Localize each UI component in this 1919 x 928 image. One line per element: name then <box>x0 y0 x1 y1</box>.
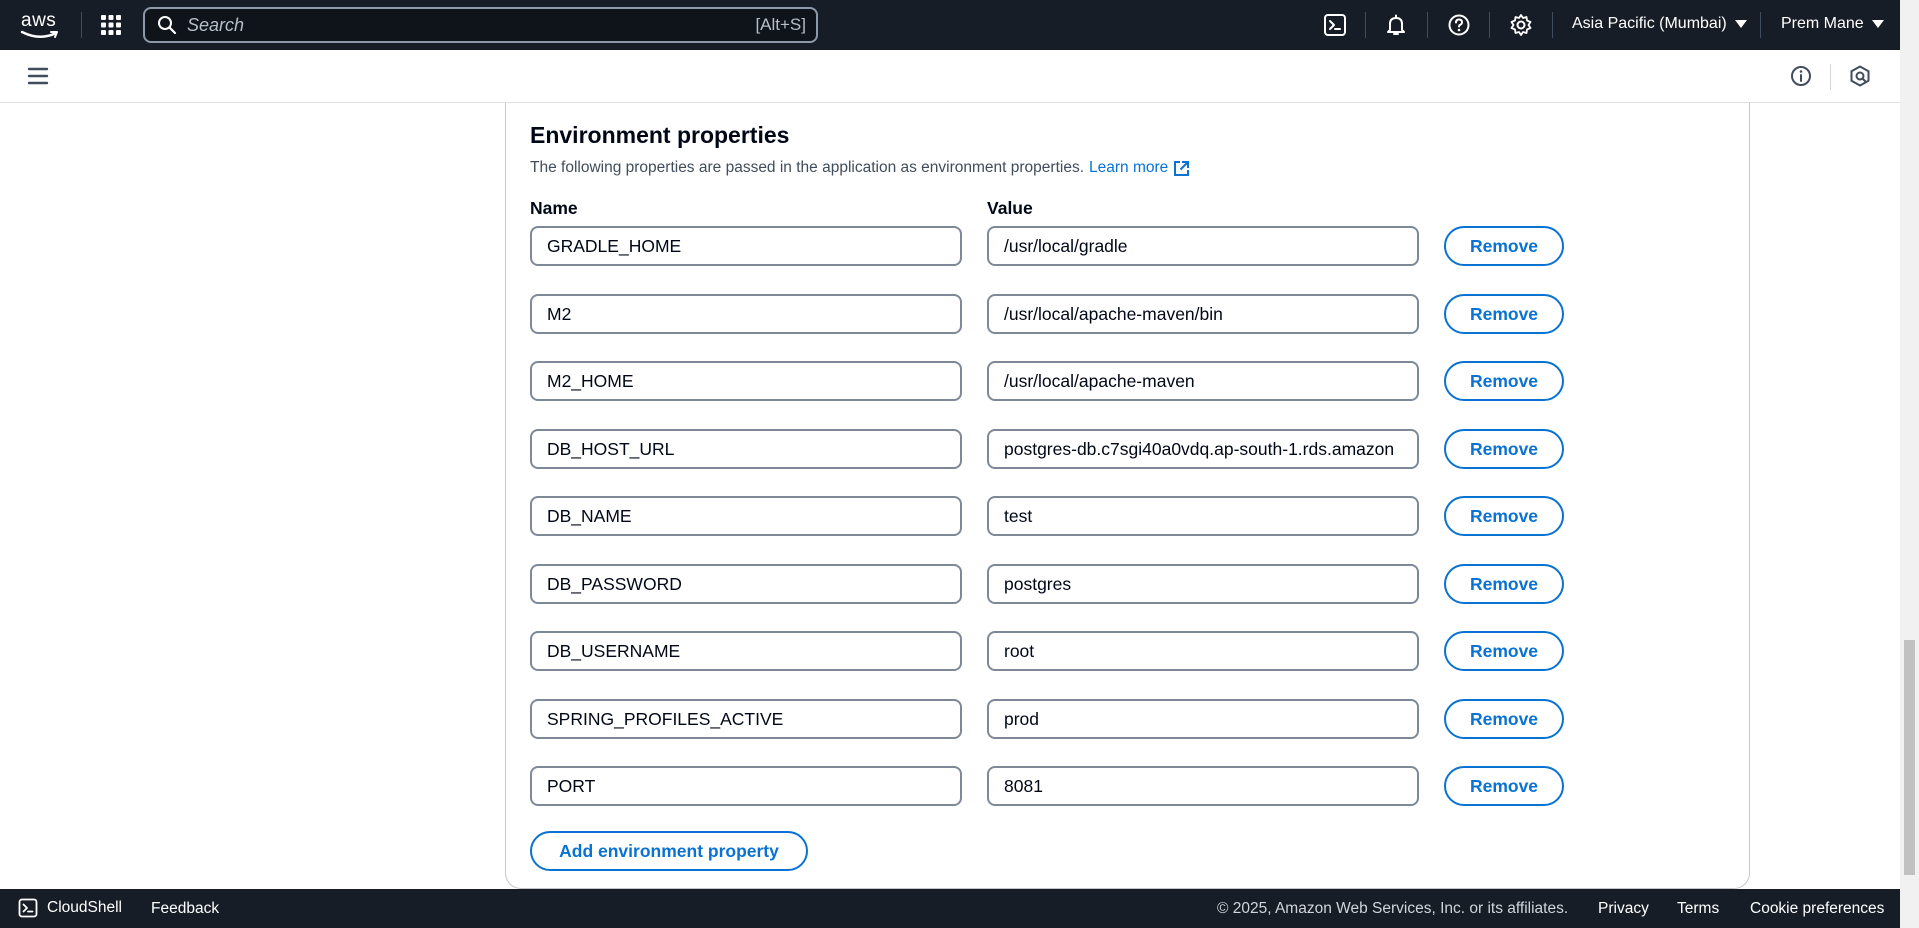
grid-icon[interactable] <box>100 14 122 36</box>
nav-divider <box>1489 12 1490 38</box>
learn-more-label: Learn more <box>1089 159 1169 176</box>
bell-icon[interactable] <box>1384 13 1408 37</box>
region-label: Asia Pacific (Mumbai) <box>1572 15 1727 32</box>
remove-button[interactable]: Remove <box>1444 631 1564 671</box>
property-row: DB_NAME test Remove <box>530 496 1570 536</box>
property-name-input[interactable]: DB_NAME <box>530 496 962 536</box>
remove-button[interactable]: Remove <box>1444 496 1564 536</box>
property-row: PORT 8081 Remove <box>530 766 1570 806</box>
property-value-input[interactable]: /usr/local/apache-maven <box>987 361 1419 401</box>
value-column-label: Value <box>987 198 1033 218</box>
section-description: The following properties are passed in t… <box>530 159 1190 177</box>
property-row: DB_HOST_URL postgres-db.c7sgi40a0vdq.ap-s… <box>530 429 1570 469</box>
region-selector[interactable]: Asia Pacific (Mumbai) <box>1572 15 1747 33</box>
property-row: GRADLE_HOME/usr/local/gradle Remove <box>530 226 1570 266</box>
property-name-input[interactable]: DB_PASSWORD <box>530 564 962 604</box>
property-row: SPRING_PROFILES_ACTIVE prod Remove <box>530 699 1570 739</box>
subbar-divider <box>1830 64 1831 90</box>
property-value-input[interactable]: postgres <box>987 564 1419 604</box>
caret-down-icon <box>1871 20 1884 28</box>
nav-divider <box>81 12 82 38</box>
info-icon[interactable] <box>1790 65 1812 87</box>
external-link-icon <box>1174 160 1190 176</box>
hamburger-menu-icon[interactable] <box>27 67 49 85</box>
gear-icon[interactable] <box>1509 13 1533 37</box>
terms-link[interactable]: Terms <box>1677 900 1719 918</box>
property-value-input[interactable]: postgres-db.c7sgi40a0vdq.ap-south-1.rds.… <box>987 429 1419 469</box>
help-icon[interactable] <box>1447 13 1471 37</box>
remove-button[interactable]: Remove <box>1444 564 1564 604</box>
search-shortcut: [Alt+S] <box>755 15 806 34</box>
property-name-input[interactable]: DB_USERNAME <box>530 631 962 671</box>
property-row: M2_HOME/usr/local/apache-maven Remove <box>530 361 1570 401</box>
cookie-preferences-link[interactable]: Cookie preferences <box>1750 900 1884 918</box>
property-name-input[interactable]: DB_HOST_URL <box>530 429 962 469</box>
user-menu[interactable]: Prem Mane <box>1781 15 1884 33</box>
feedback-link[interactable]: Feedback <box>151 900 219 918</box>
property-name-input[interactable]: GRADLE_HOME <box>530 226 962 266</box>
description-text: The following properties are passed in t… <box>530 159 1085 176</box>
cloudshell-icon[interactable] <box>1323 13 1347 37</box>
caret-down-icon <box>1734 20 1747 28</box>
add-environment-property-button[interactable]: Add environment property <box>530 831 808 871</box>
search-input[interactable]: Search [Alt+S] <box>143 7 818 43</box>
property-row: DB_USERNAME root Remove <box>530 631 1570 671</box>
secondary-bar <box>0 50 1900 103</box>
remove-button[interactable]: Remove <box>1444 226 1564 266</box>
property-row: DB_PASSWORD postgres Remove <box>530 564 1570 604</box>
footer: CloudShell Feedback © 2025, Amazon Web S… <box>0 889 1900 928</box>
remove-button[interactable]: Remove <box>1444 294 1564 334</box>
property-value-input[interactable]: /usr/local/gradle <box>987 226 1419 266</box>
remove-button[interactable]: Remove <box>1444 429 1564 469</box>
property-value-input[interactable]: 8081 <box>987 766 1419 806</box>
property-value-input[interactable]: root <box>987 631 1419 671</box>
property-name-input[interactable]: SPRING_PROFILES_ACTIVE <box>530 699 962 739</box>
search-icon <box>158 16 177 35</box>
property-name-input[interactable]: M2 <box>530 294 962 334</box>
property-name-input[interactable]: PORT <box>530 766 962 806</box>
amazon-q-icon[interactable] <box>1849 65 1871 87</box>
cloudshell-icon <box>18 898 38 918</box>
remove-button[interactable]: Remove <box>1444 361 1564 401</box>
property-value-input[interactable]: /usr/local/apache-maven/bin <box>987 294 1419 334</box>
aws-smile-icon <box>20 30 58 38</box>
nav-divider <box>1427 12 1428 38</box>
top-navigation: aws Search [Alt+S] Asia Pacific (Mumbai)… <box>0 0 1900 50</box>
search-placeholder: Search <box>187 14 245 35</box>
aws-logo-text: aws <box>21 10 57 31</box>
cloudshell-link[interactable]: CloudShell <box>18 898 122 918</box>
property-name-input[interactable]: M2_HOME <box>530 361 962 401</box>
remove-button[interactable]: Remove <box>1444 699 1564 739</box>
property-value-input[interactable]: test <box>987 496 1419 536</box>
copyright-text: © 2025, Amazon Web Services, Inc. or its… <box>1217 900 1569 917</box>
learn-more-link[interactable]: Learn more <box>1089 159 1190 177</box>
aws-logo[interactable]: aws <box>20 10 62 40</box>
nav-divider <box>1552 12 1553 38</box>
user-name: Prem Mane <box>1781 15 1864 32</box>
nav-divider <box>1760 12 1761 38</box>
name-column-label: Name <box>530 198 578 218</box>
cloudshell-label: CloudShell <box>47 899 122 916</box>
property-value-input[interactable]: prod <box>987 699 1419 739</box>
remove-button[interactable]: Remove <box>1444 766 1564 806</box>
privacy-link[interactable]: Privacy <box>1598 900 1649 918</box>
property-row: M2/usr/local/apache-maven/bin Remove <box>530 294 1570 334</box>
nav-divider <box>1365 12 1366 38</box>
section-title: Environment properties <box>530 122 790 148</box>
scrollbar-thumb[interactable] <box>1904 640 1915 875</box>
